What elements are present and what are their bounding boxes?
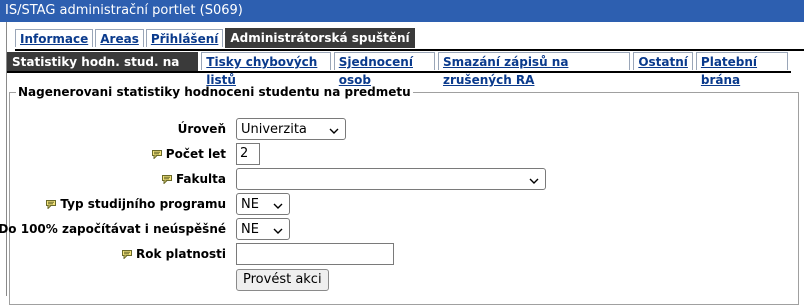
hint-icon[interactable] [151,149,163,159]
typ-programu-select[interactable]: NE [236,193,290,215]
hint-icon[interactable] [122,249,133,259]
row-submit: Provést akci [10,269,800,291]
row-fakulta: Fakulta [10,168,800,190]
do100-value: NE [241,221,259,237]
label-typ-programu: Typ studijního programu [46,197,226,211]
submit-button[interactable]: Provést akci [236,269,329,291]
label-fakulta: Fakulta [161,172,226,186]
tab-sjednoceni-osob[interactable]: Sjednocení osob [333,52,435,87]
chevron-down-icon [273,224,283,239]
fakulta-select[interactable] [236,168,546,190]
tab-informace[interactable]: Informace [15,29,94,47]
form-legend: Nagenerovani statistiky hodnoceni studen… [18,85,411,99]
portlet-title-bar: IS/STAG administrační portlet (S069) [0,0,804,22]
row-do100: Do 100% započítávat i neúspěšné NE [0,218,800,240]
label-do100: Do 100% započítávat i neúspěšné [0,222,226,236]
chevron-down-icon [273,199,283,214]
tab-tisky-chybovych-listu[interactable]: Tisky chybových listů [201,52,331,87]
tab-prihlaseni[interactable]: Přihlášení [145,29,224,47]
tab-platebni-brana[interactable]: Platební brána [695,52,789,87]
pocet-let-input[interactable]: 2 [236,143,260,165]
uroven-value: Univerzita [241,121,307,137]
chevron-down-icon [329,124,339,139]
chevron-down-icon [529,174,539,189]
portlet-content: Informace Areas Přihlášení Administrátor… [0,22,804,305]
hint-icon[interactable] [161,174,173,184]
uroven-select[interactable]: Univerzita [236,118,346,140]
row-typ-programu: Typ studijního programu NE [10,193,800,215]
tab-statistiky[interactable]: Statistiky hodn. stud. na předm. [7,52,199,87]
secondary-tabs: Statistiky hodn. stud. na předm. Tisky c… [7,52,791,87]
label-uroven: Úroveň [177,122,226,136]
tab-areas[interactable]: Areas [95,29,144,47]
typ-programu-value: NE [241,196,259,212]
rok-platnosti-input[interactable] [236,243,394,265]
hint-icon[interactable] [46,199,57,209]
tab-smazani-zapisu[interactable]: Smazání zápisů na zrušených RA [437,52,631,87]
portlet-title: IS/STAG administrační portlet (S069) [5,3,243,18]
primary-tabs: Informace Areas Přihlášení Administrátor… [15,28,804,51]
do100-select[interactable]: NE [236,218,290,240]
tab-administratorska-spusteni[interactable]: Administrátorská spuštění [225,28,415,48]
statistics-form: Nagenerovani statistiky hodnoceni studen… [0,85,800,305]
row-rok-platnosti: Rok platnosti [10,243,800,265]
row-pocet-let: Počet let 2 [10,143,800,165]
label-pocet-let: Počet let [151,147,226,161]
tab-ostatni[interactable]: Ostatní [633,52,693,70]
label-rok-platnosti: Rok platnosti [122,247,226,261]
row-uroven: Úroveň Univerzita [10,118,800,140]
